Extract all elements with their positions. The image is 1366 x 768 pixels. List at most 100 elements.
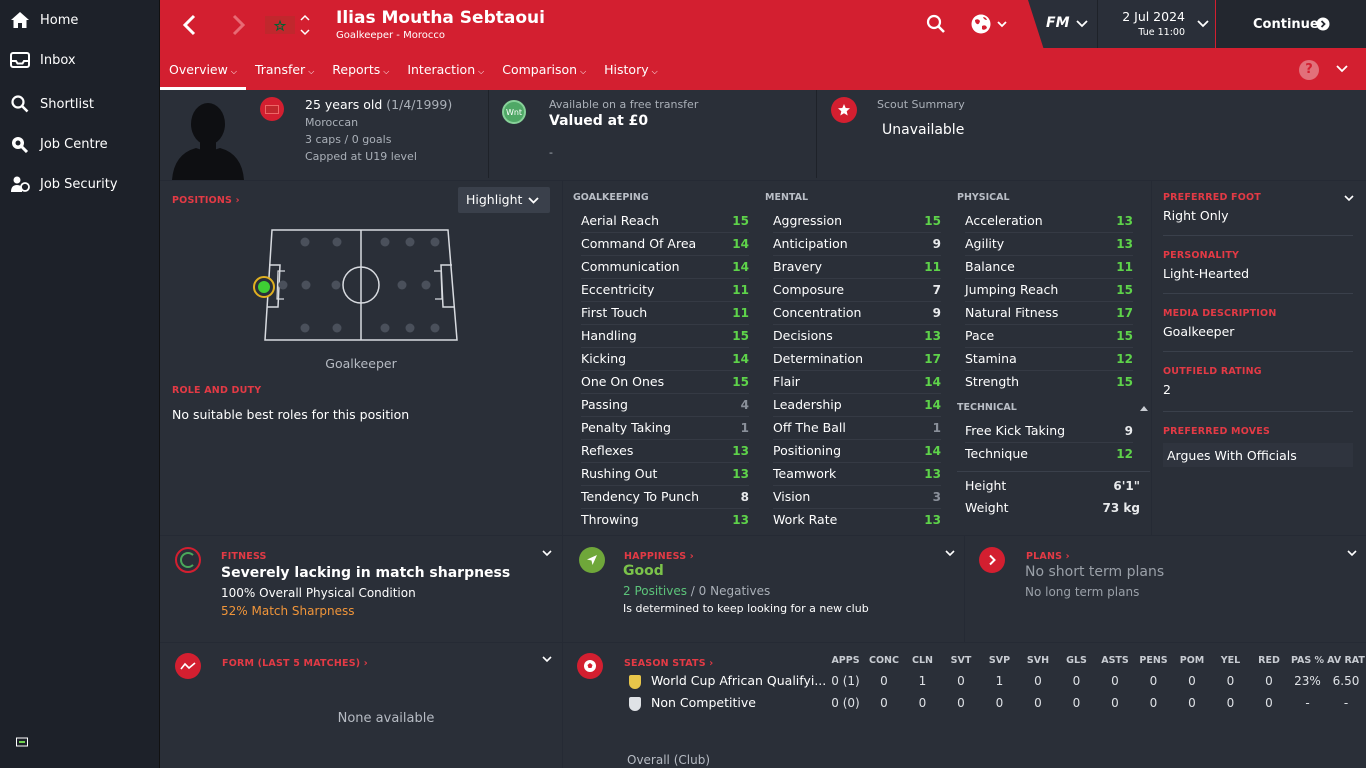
column-header[interactable]: POM bbox=[1173, 650, 1212, 670]
attribute-row[interactable]: Free Kick Taking 9 bbox=[965, 419, 1133, 442]
column-header[interactable]: CLN bbox=[903, 650, 942, 670]
player-switch-arrows[interactable] bbox=[300, 13, 310, 37]
chevron-down-icon[interactable] bbox=[542, 548, 552, 558]
attribute-row[interactable]: Flair 14 bbox=[773, 370, 941, 393]
sidebar-item-inbox[interactable]: Inbox bbox=[0, 45, 160, 75]
column-header[interactable]: GLS bbox=[1057, 650, 1096, 670]
attribute-row[interactable]: First Touch 11 bbox=[581, 301, 749, 324]
attribute-row[interactable]: Pace 15 bbox=[965, 324, 1133, 347]
attribute-row[interactable]: Vision 3 bbox=[773, 485, 941, 508]
date-button[interactable]: 2 Jul 2024 Tue 11:00 bbox=[1097, 0, 1215, 48]
attribute-row[interactable]: Balance 11 bbox=[965, 255, 1133, 278]
attribute-row[interactable]: Natural Fitness 17 bbox=[965, 301, 1133, 324]
column-header[interactable]: PENS bbox=[1134, 650, 1173, 670]
attribute-row[interactable]: Leadership 14 bbox=[773, 393, 941, 416]
attribute-row[interactable]: One On Ones 15 bbox=[581, 370, 749, 393]
plans-header[interactable]: PLANS › bbox=[1026, 551, 1070, 562]
attribute-row[interactable]: Bravery 11 bbox=[773, 255, 941, 278]
chevron-down-icon: ⌵ bbox=[580, 67, 587, 76]
column-header[interactable]: RED bbox=[1250, 650, 1289, 670]
attribute-row[interactable]: Handling 15 bbox=[581, 324, 749, 347]
attribute-row[interactable]: Jumping Reach 15 bbox=[965, 278, 1133, 301]
status-icon[interactable] bbox=[16, 736, 28, 747]
help-icon[interactable]: ? bbox=[1299, 60, 1319, 80]
attribute-row[interactable]: Penalty Taking 1 bbox=[581, 416, 749, 439]
happiness-header[interactable]: HAPPINESS › bbox=[624, 551, 694, 562]
attribute-row[interactable]: Aerial Reach 15 bbox=[581, 209, 749, 232]
attribute-row[interactable]: Concentration 9 bbox=[773, 301, 941, 324]
happiness-panel: HAPPINESS › Good 2 Positives / 0 Negativ… bbox=[563, 536, 964, 642]
goalkeeper-position-marker[interactable] bbox=[253, 276, 275, 298]
attribute-row[interactable]: Acceleration 13 bbox=[965, 209, 1133, 232]
attribute-row[interactable]: Composure 7 bbox=[773, 278, 941, 301]
attribute-name: Aerial Reach bbox=[581, 213, 660, 228]
attribute-row[interactable]: Passing 4 bbox=[581, 393, 749, 416]
attribute-row[interactable]: Reflexes 13 bbox=[581, 439, 749, 462]
attribute-name: One On Ones bbox=[581, 374, 665, 389]
attribute-row[interactable]: Off The Ball 1 bbox=[773, 416, 941, 439]
outfield-rating: 2 bbox=[1163, 382, 1171, 397]
tab-transfer[interactable]: Transfer ⌵ bbox=[246, 56, 323, 90]
attribute-row[interactable]: Kicking 14 bbox=[581, 347, 749, 370]
back-button[interactable] bbox=[180, 13, 200, 37]
collapse-icon[interactable] bbox=[1140, 405, 1148, 411]
column-header[interactable]: ASTS bbox=[1096, 650, 1135, 670]
continue-button[interactable]: Continue bbox=[1216, 0, 1366, 48]
chevron-down-icon[interactable] bbox=[1347, 548, 1357, 558]
table-row[interactable]: World Cup African Qualifyi... 0 (1) 0 1 0 1 0 0… bbox=[629, 670, 1365, 692]
column-header[interactable]: CONC bbox=[865, 650, 904, 670]
sidebar-item-shortlist[interactable]: Shortlist bbox=[0, 89, 160, 119]
weight-row: Weight 73 kg bbox=[965, 500, 1140, 515]
attribute-row[interactable]: Eccentricity 11 bbox=[581, 278, 749, 301]
chevron-down-icon: ⌵ bbox=[230, 67, 237, 76]
chevron-down-icon[interactable] bbox=[542, 654, 552, 664]
attribute-row[interactable]: Positioning 14 bbox=[773, 439, 941, 462]
attribute-row[interactable]: Stamina 12 bbox=[965, 347, 1133, 370]
sidebar-item-job-security[interactable]: Job Security bbox=[0, 169, 160, 199]
column-header[interactable]: PAS % bbox=[1288, 650, 1327, 670]
search-button[interactable] bbox=[926, 14, 946, 34]
tab-comparison[interactable]: Comparison ⌵ bbox=[493, 56, 595, 90]
attribute-row[interactable]: Agility 13 bbox=[965, 232, 1133, 255]
attribute-row[interactable]: Decisions 13 bbox=[773, 324, 941, 347]
attribute-row[interactable]: Communication 14 bbox=[581, 255, 749, 278]
short-term-plans: No short term plans bbox=[1025, 564, 1165, 580]
highlight-dropdown[interactable]: Highlight bbox=[458, 187, 550, 213]
forward-button[interactable] bbox=[228, 13, 248, 37]
column-header[interactable]: YEL bbox=[1211, 650, 1250, 670]
attribute-row[interactable]: Aggression 15 bbox=[773, 209, 941, 232]
attribute-row[interactable]: Throwing 13 bbox=[581, 508, 749, 531]
attribute-row[interactable]: Tendency To Punch 8 bbox=[581, 485, 749, 508]
row-divider bbox=[773, 232, 941, 233]
tab-overview[interactable]: Overview ⌵ bbox=[160, 56, 246, 90]
attribute-row[interactable]: Determination 17 bbox=[773, 347, 941, 370]
attribute-row[interactable]: Technique 12 bbox=[965, 442, 1133, 465]
attribute-row[interactable]: Teamwork 13 bbox=[773, 462, 941, 485]
tab-history[interactable]: History ⌵ bbox=[595, 56, 667, 90]
world-menu-button[interactable] bbox=[970, 13, 1010, 35]
attribute-row[interactable]: Rushing Out 13 bbox=[581, 462, 749, 485]
column-header[interactable]: AV RAT bbox=[1327, 650, 1366, 670]
attribute-row[interactable]: Strength 15 bbox=[965, 370, 1133, 393]
sidebar-item-home[interactable]: Home bbox=[0, 5, 160, 35]
positions-header[interactable]: POSITIONS › bbox=[172, 195, 240, 206]
column-header[interactable]: APPS bbox=[826, 650, 865, 670]
attribute-name: Off The Ball bbox=[773, 420, 846, 435]
form-header[interactable]: FORM (LAST 5 MATCHES) › bbox=[222, 658, 368, 669]
tab-reports[interactable]: Reports ⌵ bbox=[323, 56, 398, 90]
sidebar-item-job-centre[interactable]: Job Centre bbox=[0, 129, 160, 159]
column-header[interactable]: SVP bbox=[980, 650, 1019, 670]
column-header[interactable]: SVT bbox=[942, 650, 981, 670]
attribute-value: 11 bbox=[1116, 259, 1133, 274]
attribute-row[interactable]: Work Rate 13 bbox=[773, 508, 941, 531]
column-header[interactable]: SVH bbox=[1019, 650, 1058, 670]
chevron-down-icon[interactable] bbox=[945, 548, 955, 558]
attribute-row[interactable]: Anticipation 9 bbox=[773, 232, 941, 255]
chevron-down-icon[interactable] bbox=[1336, 64, 1348, 74]
tab-interaction[interactable]: Interaction ⌵ bbox=[398, 56, 493, 90]
attribute-row[interactable]: Command Of Area 14 bbox=[581, 232, 749, 255]
fm-menu-button[interactable]: FM bbox=[1028, 0, 1098, 48]
table-row[interactable]: Non Competitive 0 (0) 0 0 0 0 0 0 0 0 0 0 0 - - bbox=[629, 692, 1365, 714]
chevron-down-icon[interactable] bbox=[1344, 193, 1354, 203]
stat-cell: 0 bbox=[1149, 674, 1158, 688]
